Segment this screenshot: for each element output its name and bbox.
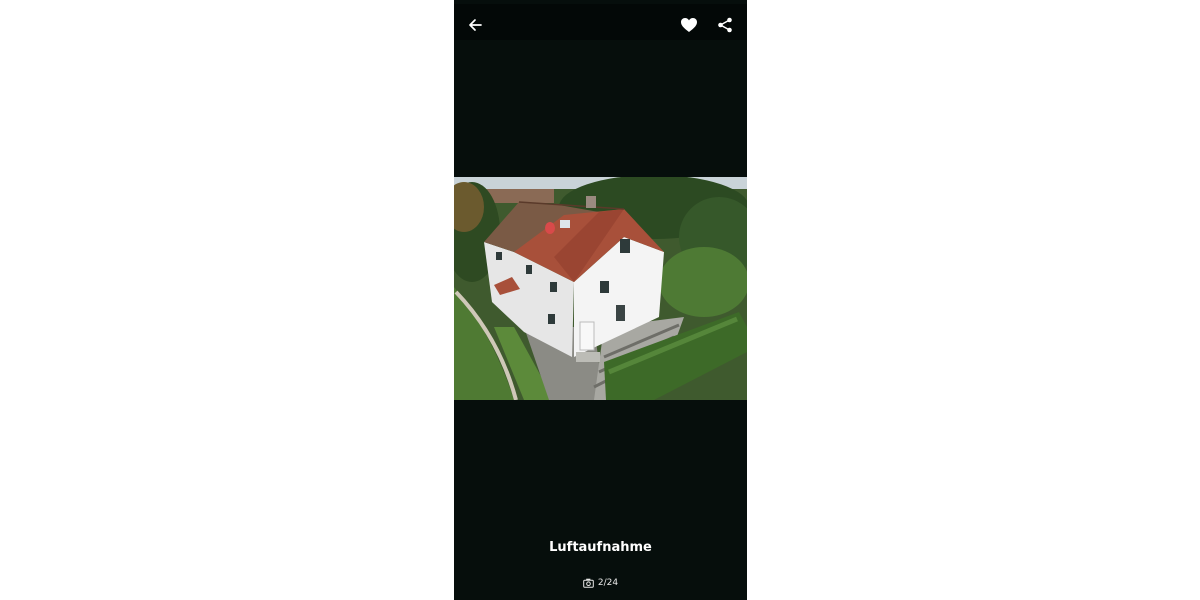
back-button[interactable] [462, 12, 488, 38]
arrow-left-icon [469, 19, 482, 31]
heart-icon [681, 18, 697, 32]
favorite-button[interactable] [676, 12, 702, 38]
share-button[interactable] [712, 12, 738, 38]
camera-icon [583, 578, 594, 588]
photo-counter-text: 2/24 [597, 578, 619, 588]
top-bar [454, 4, 747, 40]
share-icon [718, 17, 732, 33]
photo-viewer: Luftaufnahme 2/24 [454, 0, 747, 600]
photo-counter: 2/24 [454, 578, 747, 588]
photo-caption: Luftaufnahme [549, 540, 652, 555]
house-aerial-photo[interactable] [454, 177, 747, 400]
